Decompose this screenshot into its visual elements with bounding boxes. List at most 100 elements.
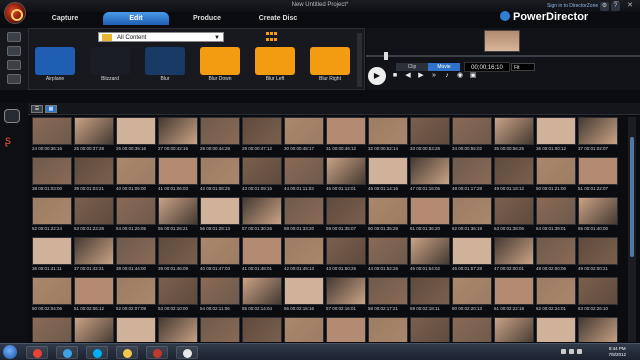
media-clip[interactable]: 68 00:02:33:05 [200, 317, 240, 342]
tray-icon[interactable] [561, 349, 566, 354]
media-clip[interactable]: 30 00:00:48:17 [284, 117, 324, 155]
media-clip[interactable]: 66 00:02:30:00 [116, 317, 156, 342]
media-clip[interactable]: 40 00:01:05:00 [116, 157, 156, 195]
explorer-taskbar-icon[interactable] [116, 346, 138, 359]
media-clip[interactable]: 65 00:02:28:12 [74, 317, 114, 342]
effect-room-icon[interactable] [7, 46, 21, 56]
media-clip[interactable]: 36 00:01:00:12 [536, 117, 576, 155]
media-clip[interactable]: 45 00:01:12:01 [326, 157, 366, 195]
media-clip[interactable]: 43 00:01:50:26 [326, 237, 366, 275]
pip-room-icon[interactable] [7, 60, 21, 70]
media-clip[interactable]: 60 00:02:20:13 [452, 277, 492, 315]
network-tray-icon[interactable] [577, 349, 582, 354]
3d-mode-icon[interactable]: ▣ [469, 72, 477, 80]
media-clip[interactable]: 55 00:01:26:21 [158, 197, 198, 235]
media-clip[interactable]: 47 00:02:00:01 [494, 237, 534, 275]
media-clip[interactable]: 38 00:01:44:00 [116, 237, 156, 275]
close-button[interactable]: ✕ [624, 1, 636, 10]
media-clip[interactable]: 34 00:00:55:02 [452, 117, 492, 155]
media-clip[interactable]: 74 00:02:42:25 [452, 317, 492, 342]
zoom-fit-select[interactable]: Fit [511, 63, 535, 71]
media-clip[interactable]: 73 00:02:41:06 [410, 317, 450, 342]
scrollbar-thumb[interactable] [630, 137, 634, 257]
media-clip[interactable]: 27 00:00:42:16 [158, 117, 198, 155]
media-clip[interactable]: 48 00:02:00:06 [536, 237, 576, 275]
volume-icon[interactable]: ♪ [443, 72, 451, 80]
tab-create-disc[interactable]: Create Disc [245, 12, 311, 25]
media-clip[interactable]: 56 00:01:28:13 [200, 197, 240, 235]
effect-item[interactable]: Blur Right [310, 47, 350, 87]
media-clip[interactable]: 59 00:01:35:07 [326, 197, 366, 235]
media-clip[interactable]: 77 00:02:47:20 [578, 317, 618, 342]
media-clip[interactable]: 29 00:00:47:12 [242, 117, 282, 155]
media-clip[interactable]: 51 00:01:22:07 [578, 157, 618, 195]
media-clip[interactable]: 63 00:02:26:10 [578, 277, 618, 315]
media-clip[interactable]: 54 00:01:25:05 [116, 197, 156, 235]
media-clip[interactable]: 39 00:01:03:21 [74, 157, 114, 195]
magic-tool-icon[interactable]: ʂ [5, 133, 19, 147]
media-clip[interactable]: 24 00:00:36:16 [32, 117, 72, 155]
settings-icon[interactable]: ⚙ [600, 2, 609, 11]
media-clip[interactable]: 59 00:02:18:11 [410, 277, 450, 315]
media-clip[interactable]: 42 00:01:49:13 [284, 237, 324, 275]
effect-item[interactable]: Blur Down [200, 47, 240, 87]
media-clip[interactable]: 56 00:02:15:16 [284, 277, 324, 315]
media-clip[interactable]: 58 00:01:33:20 [284, 197, 324, 235]
media-clip[interactable]: 44 00:01:11:03 [284, 157, 324, 195]
tab-produce[interactable]: Produce [174, 12, 240, 25]
media-room-icon[interactable] [7, 32, 21, 42]
tab-edit[interactable]: Edit [103, 12, 169, 25]
volume-tray-icon[interactable] [569, 349, 574, 354]
next-frame-button[interactable]: ▶ [417, 72, 425, 80]
media-clip[interactable]: 36 00:01:41:11 [32, 237, 72, 275]
fast-forward-button[interactable]: » [430, 72, 438, 80]
grid-view-icon[interactable] [266, 32, 277, 42]
media-clip[interactable]: 38 00:01:03:00 [32, 157, 72, 195]
media-clip[interactable]: 39 00:01:46:09 [158, 237, 198, 275]
media-clip[interactable]: 70 00:02:36:11 [284, 317, 324, 342]
effect-item[interactable]: Blizzard [90, 47, 130, 87]
effect-item[interactable]: Blur Left [255, 47, 295, 87]
media-clip[interactable]: 46 00:01:14:16 [368, 157, 408, 195]
media-clip[interactable]: 47 00:01:16:05 [410, 157, 450, 195]
media-clip[interactable]: 48 00:01:17:28 [452, 157, 492, 195]
taskbar-clock[interactable]: 8:44 PM 7/8/2012 [608, 346, 626, 358]
media-clip[interactable]: 57 00:02:16:01 [326, 277, 366, 315]
powerdirector-taskbar-icon[interactable] [146, 346, 168, 359]
media-clip[interactable]: 64 00:01:39:01 [536, 197, 576, 235]
help-icon[interactable]: ? [611, 2, 620, 11]
media-clip[interactable]: 69 00:02:34:20 [242, 317, 282, 342]
snapshot-icon[interactable]: ◉ [456, 72, 464, 80]
thumbnail-view-button[interactable]: ▦ [45, 105, 57, 113]
media-clip[interactable]: 41 00:01:06:03 [158, 157, 198, 195]
media-clip[interactable]: 50 00:01:21:00 [536, 157, 576, 195]
media-clip[interactable]: 28 00:00:44:28 [200, 117, 240, 155]
media-clip[interactable]: 53 00:01:23:28 [74, 197, 114, 235]
start-button[interactable] [3, 345, 17, 359]
media-clip[interactable]: 65 00:01:40:00 [578, 197, 618, 235]
skype-taskbar-icon[interactable] [86, 346, 108, 359]
media-clip[interactable]: 72 00:02:39:18 [368, 317, 408, 342]
particle-room-icon[interactable] [7, 74, 21, 84]
signin-link[interactable]: Sign in to DirectorZone [547, 3, 598, 9]
media-clip[interactable]: 63 00:01:38:06 [494, 197, 534, 235]
media-clip[interactable]: 37 00:01:42:21 [74, 237, 114, 275]
media-clip[interactable]: 43 00:01:09:15 [242, 157, 282, 195]
stop-button[interactable]: ■ [391, 72, 399, 80]
media-clip[interactable]: 32 00:00:52:14 [368, 117, 408, 155]
chrome-taskbar-icon[interactable] [26, 346, 48, 359]
media-clip[interactable]: 52 00:01:22:24 [32, 197, 72, 235]
media-grid-scrollbar[interactable] [628, 117, 636, 342]
media-clip[interactable]: 67 00:02:31:17 [158, 317, 198, 342]
preview-scrub-bar[interactable] [366, 52, 640, 60]
media-clip[interactable]: 35 00:00:56:25 [494, 117, 534, 155]
media-clip[interactable]: 44 00:01:52:26 [368, 237, 408, 275]
media-clip[interactable]: 61 00:01:36:20 [410, 197, 450, 235]
media-clip[interactable]: 52 00:02:07:09 [116, 277, 156, 315]
media-clip[interactable]: 49 00:02:00:21 [578, 237, 618, 275]
media-clip[interactable]: 45 00:01:54:02 [410, 237, 450, 275]
media-clip[interactable]: 58 00:02:17:21 [368, 277, 408, 315]
media-clip[interactable]: 37 00:01:02:07 [578, 117, 618, 155]
library-scrollbar[interactable] [357, 33, 362, 87]
media-clip[interactable]: 55 00:02:14:04 [242, 277, 282, 315]
